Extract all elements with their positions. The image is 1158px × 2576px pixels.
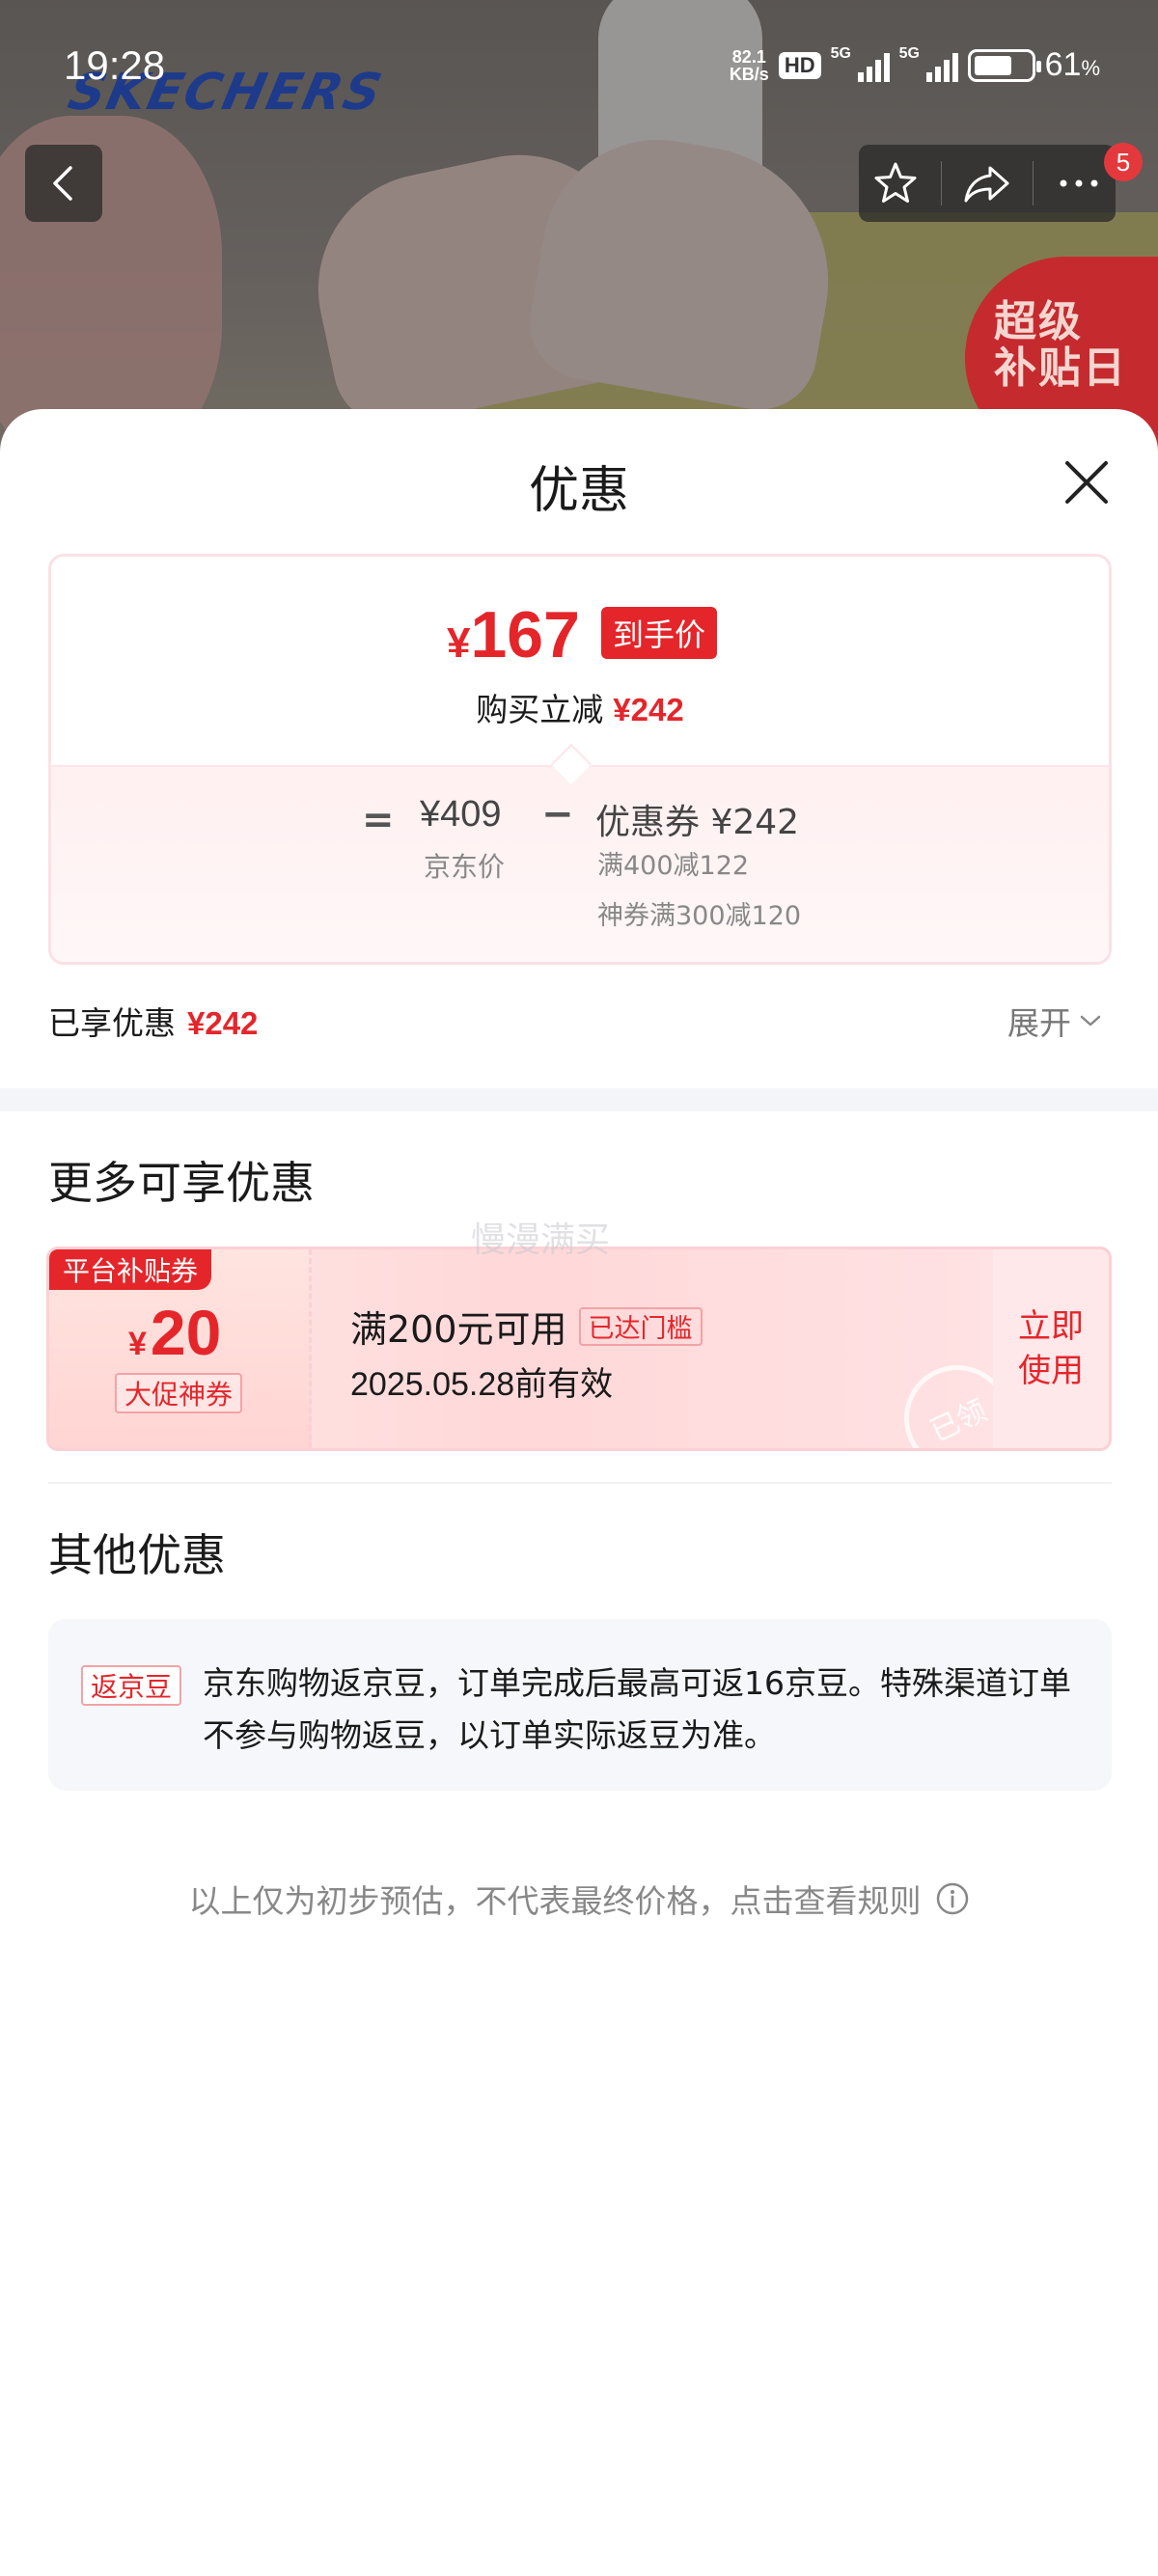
back-button[interactable] [25, 145, 102, 222]
coupon-total: 优惠券 ¥242 [595, 803, 800, 842]
nav-actions [859, 145, 1116, 222]
jd-price-label: 京东价 [424, 851, 506, 883]
disclaimer-text: 以上仅为初步预估，不代表最终价格，点击查看规则 [188, 1882, 922, 1920]
expand-button[interactable]: 展开 [1007, 998, 1102, 1044]
threshold-reached-badge: 已达门槛 [578, 1306, 703, 1346]
notification-badge: 5 [1104, 143, 1143, 181]
share-icon [964, 166, 1009, 203]
coupon-amount: ¥20 [128, 1297, 222, 1368]
use-now-button[interactable]: 立即 使用 [993, 1249, 1109, 1448]
equals-sign: = [362, 798, 395, 842]
coupon-detail-line: 神券满300减120 [597, 901, 802, 931]
status-icons: 82.1 KB/s HD 5G 5G 61% [729, 45, 1100, 84]
other-offers-title: 其他优惠 [48, 1529, 226, 1581]
expand-label: 展开 [1007, 1004, 1071, 1042]
jd-beans-offer: 返京豆 京东购物返京豆，订单完成后最高可返16京豆。特殊渠道订单不参与购物返豆，… [48, 1619, 1112, 1791]
final-price-tag: 到手价 [601, 607, 718, 659]
coupon-detail-line: 满400减122 [597, 851, 750, 881]
sheet-title: 优惠 [528, 462, 629, 520]
chevron-left-icon [53, 166, 72, 201]
battery-icon [967, 48, 1041, 82]
coupon-subtitle: 大促神券 [115, 1373, 243, 1413]
jd-beans-tag: 返京豆 [81, 1665, 182, 1706]
coupon-validity: 2025.05.28前有效 [350, 1366, 614, 1403]
status-time: 19:28 [64, 42, 166, 88]
hd-icon: HD [778, 51, 821, 79]
more-button[interactable] [1050, 154, 1108, 212]
close-icon[interactable] [1058, 453, 1116, 511]
signal-icon: 5G [831, 45, 890, 82]
info-icon [936, 1882, 968, 1915]
share-button[interactable] [958, 154, 1016, 212]
signal-icon-secondary: 5G [899, 45, 958, 82]
status-bar: 19:28 82.1 KB/s HD 5G 5G 61% [0, 0, 1158, 145]
price-breakdown-card: ¥167 到手价 购买立减 ¥242 = ¥409 京东价 − 优惠券 ¥242 … [48, 554, 1112, 965]
price-disclaimer[interactable]: 以上仅为初步预估，不代表最终价格，点击查看规则 [0, 1876, 1158, 1922]
jd-beans-description: 京东购物返京豆，订单完成后最高可返16京豆。特殊渠道订单不参与购物返豆，以订单实… [203, 1664, 1071, 1754]
favorite-button[interactable] [867, 154, 924, 212]
divider [48, 1482, 1112, 1484]
enjoyed-discount: 已享优惠 ¥242 [48, 1004, 259, 1042]
final-price: ¥167 [447, 598, 580, 671]
minus-sign: − [541, 792, 574, 836]
battery-percent: 61% [1044, 46, 1100, 83]
instant-discount: 购买立减 ¥242 [476, 691, 684, 728]
more-offers-title: 更多可享优惠 [48, 1157, 315, 1209]
coupon-condition: 满200元可用 已达门槛 [350, 1300, 703, 1353]
coupon-type-tag: 平台补贴券 [49, 1249, 212, 1290]
offers-sheet: 优惠 ¥167 到手价 购买立减 ¥242 = ¥409 京东价 − 优惠券 ¥2… [0, 409, 1158, 2576]
star-icon [874, 162, 917, 203]
chevron-down-icon [1080, 1015, 1101, 1027]
network-speed: 82.1 KB/s [729, 46, 769, 84]
watermark: 慢漫满买 [471, 1220, 611, 1260]
section-divider [0, 1088, 1158, 1111]
platform-subsidy-coupon[interactable]: 平台补贴券 ¥20 大促神券 满200元可用 已达门槛 2025.05.28前有… [46, 1247, 1112, 1451]
jd-price: ¥409 [420, 794, 502, 835]
more-dots-icon [1060, 179, 1098, 187]
